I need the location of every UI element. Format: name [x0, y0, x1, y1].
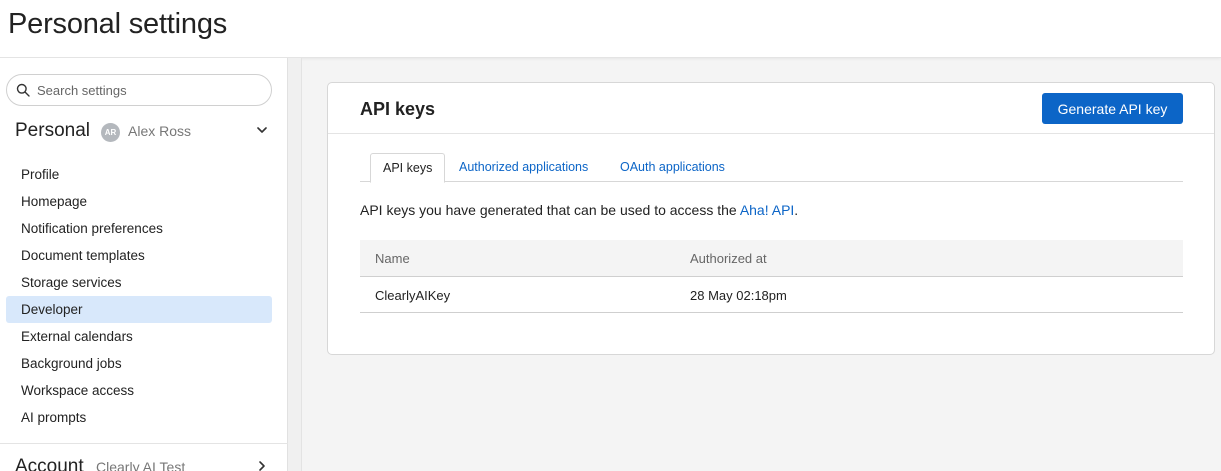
sidebar-item-developer[interactable]: Developer: [6, 296, 272, 323]
tab-oauth-applications[interactable]: OAuth applications: [620, 153, 725, 182]
tab-authorized-applications[interactable]: Authorized applications: [459, 153, 588, 182]
settings-nav: Profile Homepage Notification preference…: [6, 161, 272, 431]
section-user-name: Alex Ross: [128, 123, 192, 139]
sidebar-resize-handle[interactable]: [288, 58, 302, 471]
section-title: Personal: [15, 120, 90, 141]
page-title: Personal settings: [8, 8, 228, 40]
sidebar-item-profile[interactable]: Profile: [6, 161, 272, 188]
account-title: Account: [15, 456, 84, 471]
generate-api-key-button[interactable]: Generate API key: [1042, 93, 1183, 124]
table-header: Name Authorized at: [360, 240, 1183, 277]
card-header: API keys Generate API key: [328, 83, 1214, 134]
column-header-authorized-at[interactable]: Authorized at: [690, 251, 767, 266]
column-header-name[interactable]: Name: [375, 251, 410, 266]
sidebar-item-workspace-access[interactable]: Workspace access: [6, 377, 272, 404]
api-key-name: ClearlyAIKey: [375, 288, 451, 303]
avatar: AR: [101, 123, 120, 142]
sidebar-item-notification-preferences[interactable]: Notification preferences: [6, 215, 272, 242]
aha-api-link[interactable]: Aha! API: [740, 202, 794, 218]
sidebar-divider: [0, 443, 288, 444]
personal-section-header[interactable]: Personal AR Alex Ross: [15, 120, 275, 146]
sidebar-item-document-templates[interactable]: Document templates: [6, 242, 272, 269]
tab-api-keys[interactable]: API keys: [370, 153, 446, 183]
description-suffix: .: [794, 202, 799, 218]
top-bar: Personal settings: [0, 0, 1221, 58]
sidebar-item-homepage[interactable]: Homepage: [6, 188, 272, 215]
api-key-authorized-at: 28 May 02:18pm: [690, 288, 787, 303]
api-keys-card: API keys Generate API key API keys Autho…: [327, 82, 1215, 355]
account-subtitle: Clearly AI Test: [96, 459, 186, 471]
chevron-right-icon[interactable]: [255, 459, 269, 471]
api-keys-table: Name Authorized at ClearlyAIKey 28 May 0…: [360, 240, 1183, 313]
sidebar-item-storage-services[interactable]: Storage services: [6, 269, 272, 296]
card-title: API keys: [360, 99, 436, 119]
account-section-header[interactable]: Account Clearly AI Test: [15, 456, 275, 471]
description-text: API keys you have generated that can be …: [360, 202, 740, 218]
tab-bar: API keys Authorized applications OAuth a…: [360, 153, 1183, 183]
api-keys-description: API keys you have generated that can be …: [360, 202, 798, 218]
search-input[interactable]: [37, 80, 263, 100]
sidebar-item-background-jobs[interactable]: Background jobs: [6, 350, 272, 377]
settings-sidebar: Personal AR Alex Ross Profile Homepage N…: [0, 58, 288, 471]
sidebar-item-ai-prompts[interactable]: AI prompts: [6, 404, 272, 431]
table-row[interactable]: ClearlyAIKey 28 May 02:18pm: [360, 277, 1183, 313]
chevron-down-icon[interactable]: [255, 123, 269, 137]
search-icon: [16, 83, 30, 97]
search-box[interactable]: [6, 74, 272, 106]
sidebar-item-external-calendars[interactable]: External calendars: [6, 323, 272, 350]
